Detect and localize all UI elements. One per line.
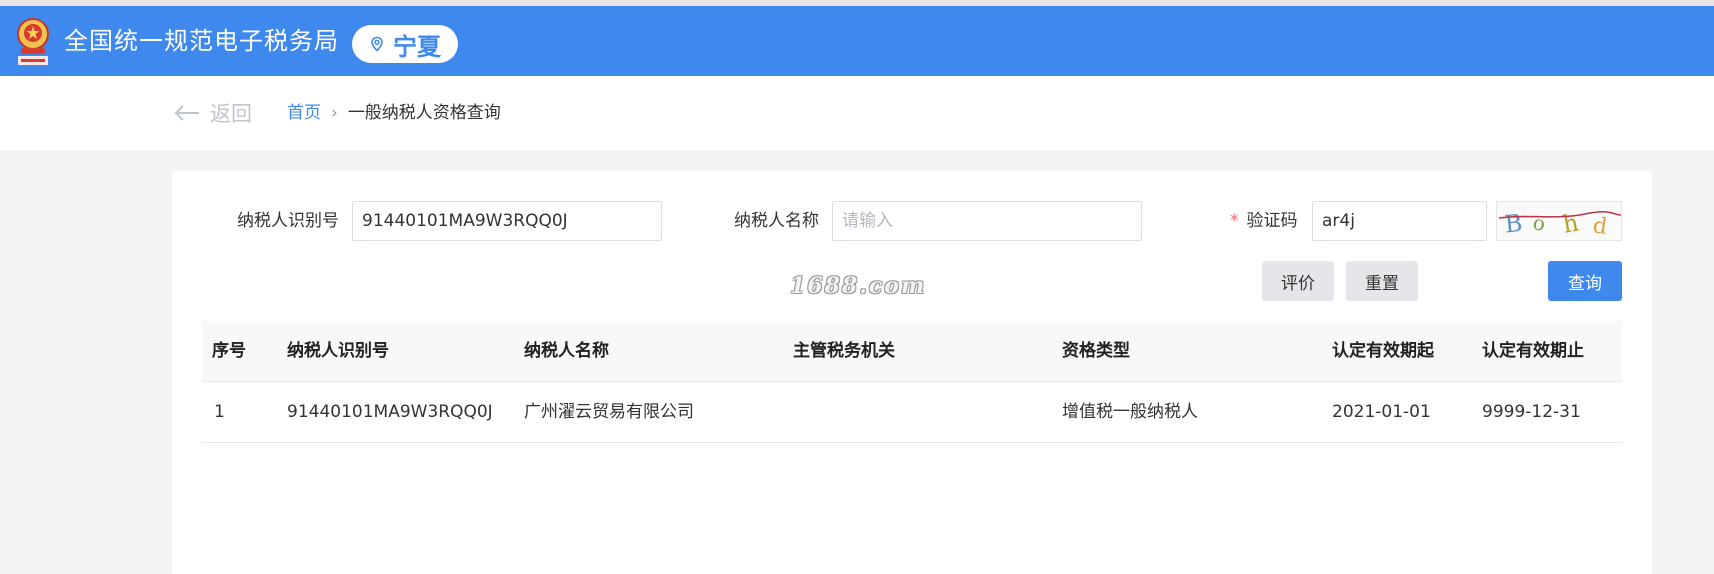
region-label: 宁夏 xyxy=(393,32,441,61)
breadcrumb: 首页 › 一般纳税人资格查询 xyxy=(287,101,501,125)
captcha-image[interactable]: B o h d xyxy=(1496,201,1622,241)
taxpayer-id-input[interactable] xyxy=(352,201,662,241)
location-pin-icon xyxy=(371,36,383,52)
captcha-graphic: B o h d xyxy=(1498,209,1622,240)
captcha-char: o xyxy=(1531,210,1548,236)
cell-qualification-type: 增值税一般纳税人 xyxy=(1062,402,1198,422)
arrow-left-icon xyxy=(174,105,199,121)
breadcrumb-home-link[interactable]: 首页 xyxy=(287,103,321,123)
column-header-tax-authority: 主管税务机关 xyxy=(793,341,895,361)
column-header-taxpayer-name: 纳税人名称 xyxy=(524,341,609,361)
breadcrumb-separator: › xyxy=(331,103,338,123)
taxpayer-name-input[interactable] xyxy=(832,201,1142,241)
captcha-char: d xyxy=(1591,213,1608,240)
captcha-char: h xyxy=(1561,209,1581,239)
captcha-label-group: * 验证码 xyxy=(1230,201,1298,241)
captcha-label: 验证码 xyxy=(1246,211,1298,231)
region-selector[interactable]: 宁夏 xyxy=(352,25,458,63)
captcha-char: B xyxy=(1503,209,1523,239)
cell-valid-to: 9999-12-31 xyxy=(1482,402,1581,422)
reset-button[interactable]: 重置 xyxy=(1346,261,1418,301)
cell-taxpayer-name: 广州濯云贸易有限公司 xyxy=(524,402,694,422)
breadcrumb-current: 一般纳税人资格查询 xyxy=(347,103,501,123)
cell-valid-from: 2021-01-01 xyxy=(1332,402,1431,422)
watermark: 1688.com xyxy=(790,273,927,299)
cell-taxpayer-id: 91440101MA9W3RQQ0J xyxy=(287,402,493,422)
captcha-input[interactable] xyxy=(1312,201,1487,241)
query-button[interactable]: 查询 xyxy=(1548,261,1622,301)
app-header: 全国统一规范电子税务局 宁夏 xyxy=(0,6,1714,76)
national-emblem-icon xyxy=(17,18,49,65)
column-header-index: 序号 xyxy=(212,341,246,361)
column-header-valid-from: 认定有效期起 xyxy=(1332,341,1434,361)
column-header-valid-to: 认定有效期止 xyxy=(1482,341,1584,361)
back-label: 返回 xyxy=(210,102,252,126)
column-header-qualification-type: 资格类型 xyxy=(1062,341,1130,361)
table-row: 1 91440101MA9W3RQQ0J 广州濯云贸易有限公司 增值税一般纳税人… xyxy=(202,382,1622,443)
taxpayer-name-label: 纳税人名称 xyxy=(734,211,819,231)
cell-index: 1 xyxy=(214,402,225,422)
back-button[interactable]: 返回 xyxy=(174,97,252,129)
site-title: 全国统一规范电子税务局 xyxy=(64,27,339,55)
table-header-row: 序号 纳税人识别号 纳税人名称 主管税务机关 资格类型 认定有效期起 认定有效期… xyxy=(202,321,1622,382)
evaluate-button[interactable]: 评价 xyxy=(1262,261,1334,301)
results-table: 序号 纳税人识别号 纳税人名称 主管税务机关 资格类型 认定有效期起 认定有效期… xyxy=(202,321,1622,443)
taxpayer-id-label: 纳税人识别号 xyxy=(237,211,339,231)
navigation-bar: 返回 首页 › 一般纳税人资格查询 xyxy=(0,76,1714,150)
column-header-taxpayer-id: 纳税人识别号 xyxy=(287,341,389,361)
required-asterisk: * xyxy=(1230,211,1239,231)
query-panel: 纳税人识别号 纳税人名称 * 验证码 B o h d 1688.com 评价 重置… xyxy=(172,171,1652,574)
